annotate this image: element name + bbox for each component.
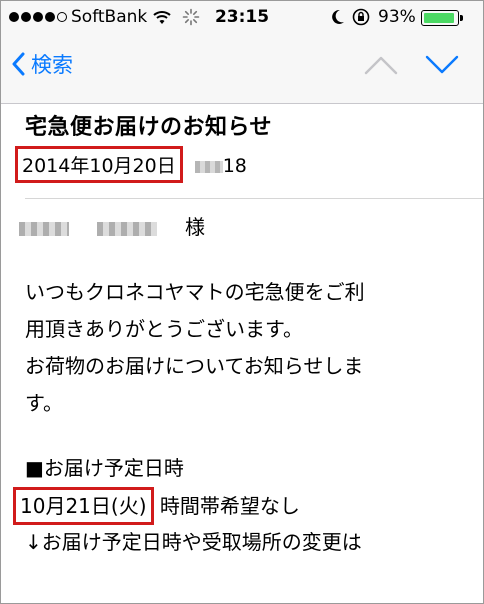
battery-percentage: 93% — [378, 7, 416, 27]
header-divider — [25, 198, 483, 199]
email-subject: 宅急便お届けのお知らせ — [25, 115, 273, 140]
do-not-disturb-moon-icon — [332, 9, 344, 24]
body-text-line: ↓お届け予定日時や受取場所の変更は — [25, 530, 362, 554]
email-body: 様 いつもクロネコヤマトの宅急便をご利 用頂きありがとうございます。 お荷物のお… — [13, 209, 471, 561]
redacted-name — [19, 221, 69, 236]
navigation-header: SoftBank 23:15 93% 検索 — [1, 1, 483, 104]
body-text-line: いつもクロネコヤマトの宅急便をご利 — [25, 280, 365, 304]
battery-icon — [421, 10, 459, 26]
salutation-honorific: 様 — [185, 215, 205, 239]
battery-terminal — [460, 15, 463, 21]
body-text-line: 用頂きありがとうございます。 — [25, 317, 303, 341]
chevron-up-icon[interactable] — [364, 53, 398, 75]
email-date-highlighted: 2014年10月20日 — [15, 146, 183, 183]
delivery-date-highlighted: 10月21日(火) — [13, 487, 154, 525]
email-date-suffix: 18 — [222, 155, 247, 177]
salutation-line: 様 — [19, 209, 471, 246]
back-button[interactable]: 検索 — [11, 45, 73, 83]
chevron-down-icon[interactable] — [425, 53, 459, 75]
chevron-left-icon — [12, 52, 25, 76]
delivery-date-line: 10月21日(火) 時間帯希望なし — [13, 487, 471, 525]
section-heading: ■お届け予定日時 — [25, 456, 184, 480]
body-text-line: お荷物のお届けについてお知らせしま — [25, 354, 364, 378]
battery-level-fill — [424, 13, 454, 23]
mail-screen: SoftBank 23:15 93% 検索 宅急便お届けのお知らせ 2014年1… — [0, 0, 484, 604]
time-slot-text: 時間帯希望なし — [159, 494, 300, 518]
redacted-text — [194, 160, 223, 173]
status-bar: SoftBank 23:15 93% — [1, 1, 483, 35]
body-text-line: す。 — [25, 391, 63, 415]
back-button-label: 検索 — [31, 53, 73, 77]
rotation-lock-icon — [352, 8, 370, 26]
redacted-name — [97, 221, 157, 236]
email-date-row: 2014年10月20日 18 — [15, 146, 247, 183]
